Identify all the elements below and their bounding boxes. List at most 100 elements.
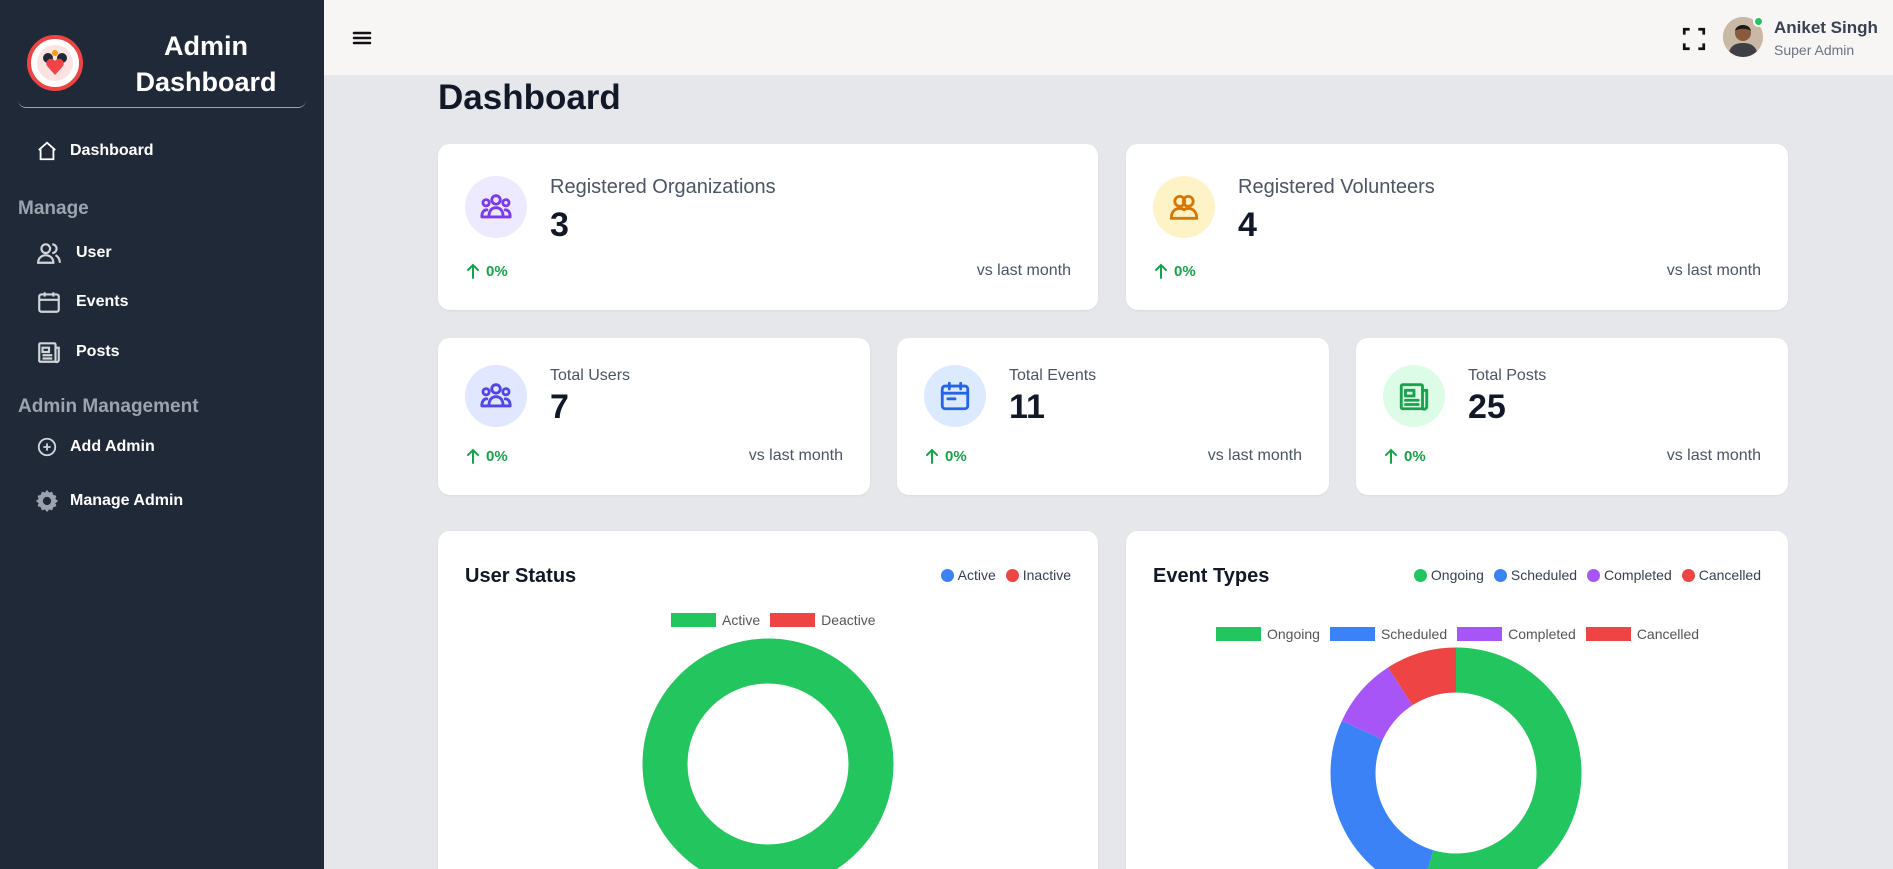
chart-title: Event Types (1153, 565, 1270, 587)
brand: Admin Dashboard (18, 22, 306, 108)
sidebar-item-label: Events (76, 293, 129, 310)
chart-header-legend: Active Inactive (931, 567, 1071, 583)
fullscreen-button[interactable] (1681, 26, 1707, 52)
newspaper-icon (1383, 365, 1445, 427)
stat-value: 25 (1468, 388, 1506, 426)
donut-slice-completed[interactable] (1341, 667, 1414, 741)
legend-label: Completed (1604, 567, 1672, 583)
hamburger-icon (352, 31, 372, 45)
compare-label: vs last month (748, 447, 843, 464)
legend-item-scheduled: Scheduled (1493, 567, 1578, 583)
user-role: Super Admin (1774, 42, 1855, 58)
legend-item-ongoing[interactable]: Ongoing (1216, 626, 1320, 642)
donut-slice-scheduled[interactable] (1330, 720, 1435, 869)
online-status-dot (1753, 16, 1764, 27)
user-pair-icon (1153, 176, 1215, 238)
stat-label: Registered Volunteers (1238, 176, 1435, 198)
legend-item-active[interactable]: Active (671, 612, 760, 628)
trend-indicator: 0% (1153, 262, 1196, 280)
legend-dot (1413, 568, 1427, 582)
chart-card-user-status: User Status Active Inactive Active Deact… (438, 531, 1098, 869)
sidebar-item-label: User (76, 244, 112, 261)
top-header: Aniket Singh Super Admin (324, 0, 1893, 76)
legend-dot (1681, 568, 1695, 582)
legend-item-inactive: Inactive (1005, 567, 1071, 583)
legend-dot (940, 568, 954, 582)
arrow-up-icon (1385, 448, 1397, 464)
legend-swatch (1457, 627, 1503, 641)
event-types-donut (1330, 647, 1582, 869)
stat-value: 11 (1009, 388, 1045, 426)
trend-value: 0% (1174, 262, 1196, 280)
stat-label: Total Posts (1468, 367, 1547, 384)
legend-item-deactive[interactable]: Deactive (770, 612, 876, 628)
legend-label: Ongoing (1430, 567, 1484, 583)
gear-icon (36, 490, 58, 512)
trend-indicator: 0% (1383, 447, 1426, 465)
legend-dot (1493, 568, 1507, 582)
sidebar-item-label: Manage Admin (70, 492, 184, 509)
legend-item-active: Active (940, 567, 996, 583)
chart-card-event-types: Event Types Ongoing Scheduled Completed … (1126, 531, 1788, 869)
chart-legend: Active Deactive (666, 612, 881, 628)
legend-label: Active (957, 567, 996, 583)
chart-title: User Status (465, 565, 577, 587)
calendar-icon (38, 292, 60, 313)
users-icon (37, 243, 61, 264)
legend-item-cancelled: Cancelled (1681, 567, 1761, 583)
menu-toggle-button[interactable] (350, 26, 374, 50)
donut-slice-ongoing[interactable] (1427, 647, 1582, 869)
legend-swatch (1585, 627, 1631, 641)
trend-indicator: 0% (465, 262, 508, 280)
trend-value: 0% (486, 447, 508, 465)
sidebar-item-manage-admin[interactable]: Manage Admin (36, 490, 183, 512)
legend-swatch (671, 613, 716, 627)
chart-header-legend: Ongoing Scheduled Completed Cancelled (1404, 567, 1761, 583)
legend-item-scheduled[interactable]: Scheduled (1329, 626, 1447, 642)
user-name[interactable]: Aniket Singh (1774, 18, 1878, 38)
legend-item-ongoing: Ongoing (1413, 567, 1484, 583)
legend-label: Completed (1508, 626, 1576, 642)
trend-value: 0% (945, 447, 967, 465)
stat-card-volunteers: Registered Volunteers 4 0% vs last month (1126, 144, 1788, 310)
sidebar-item-posts[interactable]: Posts (36, 339, 120, 365)
stat-label: Total Users (550, 367, 631, 384)
brand-title: Admin Dashboard (135, 31, 277, 97)
sidebar-item-label: Posts (76, 343, 120, 360)
sidebar-item-events[interactable]: Events (36, 289, 128, 315)
legend-item-completed[interactable]: Completed (1457, 626, 1576, 642)
plus-circle-icon (37, 437, 57, 457)
legend-label: Cancelled (1636, 626, 1700, 642)
trend-indicator: 0% (924, 447, 967, 465)
sidebar-item-dashboard[interactable]: Dashboard (36, 140, 154, 162)
arrow-up-icon (1155, 263, 1167, 279)
legend-swatch (770, 613, 816, 627)
stat-label: Total Events (1009, 367, 1097, 384)
legend-item-cancelled[interactable]: Cancelled (1585, 626, 1700, 642)
compare-label: vs last month (1207, 447, 1302, 464)
newspaper-icon (38, 342, 60, 364)
donut-slice-active[interactable] (642, 638, 894, 869)
legend-swatch (1329, 627, 1375, 641)
trend-value: 0% (486, 262, 508, 280)
fullscreen-icon (1682, 27, 1706, 51)
compare-label: vs last month (1666, 262, 1761, 279)
legend-label: Scheduled (1510, 567, 1578, 583)
arrow-up-icon (926, 448, 938, 464)
logo-icon (27, 35, 83, 91)
stat-card-users: Total Users 7 0% vs last month (438, 338, 870, 495)
stat-card-organizations: Registered Organizations 3 0% vs last mo… (438, 144, 1098, 310)
sidebar-item-user[interactable]: User (36, 240, 112, 266)
trend-indicator: 0% (465, 447, 508, 465)
compare-label: vs last month (976, 262, 1071, 279)
legend-label: Cancelled (1698, 567, 1761, 583)
legend-item-completed: Completed (1587, 567, 1672, 583)
legend-swatch (1216, 627, 1261, 641)
sidebar-item-add-admin[interactable]: Add Admin (36, 436, 155, 458)
sidebar: Admin Dashboard Dashboard Manage User Ev… (0, 0, 324, 869)
stat-value: 4 (1238, 206, 1257, 244)
arrow-up-icon (467, 448, 479, 464)
donut-slice-cancelled[interactable] (1388, 647, 1457, 706)
sidebar-item-label: Add Admin (70, 438, 155, 455)
legend-dot (1587, 568, 1601, 582)
